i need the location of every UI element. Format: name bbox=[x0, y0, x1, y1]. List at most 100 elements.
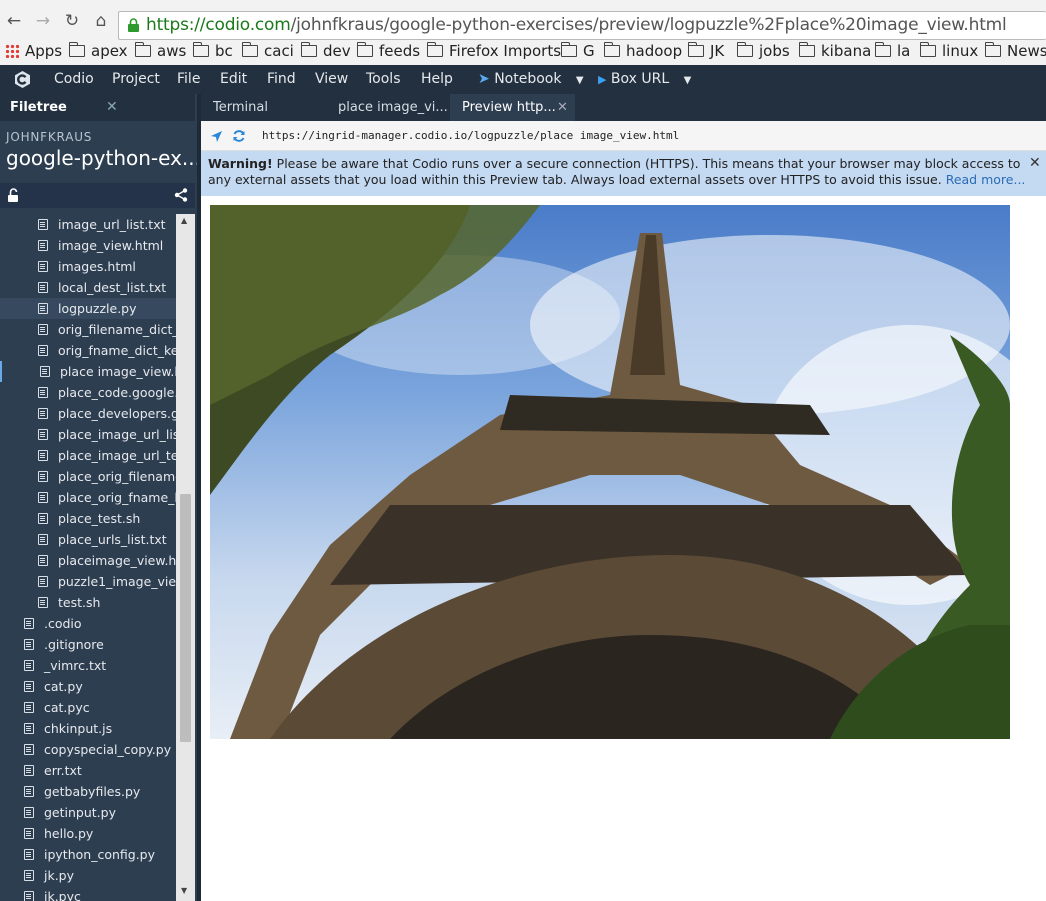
notebook-menu[interactable]: ➤ Notebook ▼ bbox=[478, 71, 584, 87]
apps-grid-icon bbox=[5, 44, 19, 58]
bookmark-folder[interactable]: linux bbox=[919, 41, 978, 61]
file-item[interactable]: orig_filename_dict_key bbox=[0, 319, 176, 340]
bookmark-label: News bbox=[1007, 42, 1046, 60]
menu-tools[interactable]: Tools bbox=[366, 71, 401, 87]
codio-logo-icon[interactable] bbox=[14, 70, 31, 89]
file-item[interactable]: place_orig_fname_list.t bbox=[0, 487, 176, 508]
file-item[interactable]: place image_view.htm bbox=[0, 361, 176, 382]
menu-project[interactable]: Project bbox=[112, 71, 160, 87]
bookmark-folder[interactable]: la bbox=[874, 41, 911, 61]
navigate-arrow-icon[interactable] bbox=[210, 130, 223, 143]
file-item[interactable]: image_url_list.txt bbox=[0, 214, 176, 235]
bookmark-folder[interactable]: caci bbox=[241, 41, 294, 61]
reload-icon[interactable]: ↻ bbox=[62, 11, 82, 31]
share-icon[interactable] bbox=[174, 188, 188, 202]
back-arrow-icon[interactable]: ← bbox=[4, 11, 24, 31]
url-host: codio.com bbox=[205, 15, 291, 35]
file-item[interactable]: place_developers.goog bbox=[0, 403, 176, 424]
tab-preview[interactable]: Preview http... ✕ bbox=[450, 94, 575, 121]
file-item[interactable]: orig_fname_dict_keys_ bbox=[0, 340, 176, 361]
file-item[interactable]: place_urls_list.txt bbox=[0, 529, 176, 550]
address-bar[interactable]: https://codio.com/johnfkraus/google-pyth… bbox=[118, 11, 1046, 40]
file-item[interactable]: jk.py bbox=[0, 865, 176, 886]
file-item[interactable]: err.txt bbox=[0, 760, 176, 781]
bookmark-label: feeds bbox=[379, 42, 421, 60]
bookmark-folder[interactable]: dev bbox=[300, 41, 351, 61]
file-icon bbox=[38, 597, 48, 608]
file-icon bbox=[38, 450, 48, 461]
scrollbar-thumb[interactable] bbox=[180, 494, 191, 742]
filetree-tab[interactable]: Filetree ✕ bbox=[0, 94, 195, 121]
file-item[interactable]: place_image_url_text.t bbox=[0, 445, 176, 466]
bookmark-folder[interactable]: Firefox Imports bbox=[426, 41, 561, 61]
close-icon[interactable]: ✕ bbox=[1029, 155, 1041, 171]
file-item[interactable]: copyspecial_copy.py bbox=[0, 739, 176, 760]
file-item[interactable]: local_dest_list.txt bbox=[0, 277, 176, 298]
file-item[interactable]: jk.pyc bbox=[0, 886, 176, 901]
close-icon[interactable]: ✕ bbox=[557, 94, 568, 121]
folder-icon bbox=[984, 42, 1001, 57]
tab-place-image-view[interactable]: place image_vi... bbox=[325, 94, 449, 121]
bookmark-folder[interactable]: hadoop bbox=[603, 41, 682, 61]
home-icon[interactable]: ⌂ bbox=[91, 11, 111, 31]
file-item[interactable]: .gitignore bbox=[0, 634, 176, 655]
menu-view[interactable]: View bbox=[315, 71, 348, 87]
file-item[interactable]: place_code.google.cor bbox=[0, 382, 176, 403]
bookmark-label: la bbox=[897, 42, 911, 60]
bookmark-folder[interactable]: apex bbox=[68, 41, 128, 61]
bookmark-label: kibana bbox=[821, 42, 872, 60]
menu-file[interactable]: File bbox=[177, 71, 200, 87]
bookmark-folder[interactable]: jobs bbox=[736, 41, 790, 61]
forward-arrow-icon[interactable]: → bbox=[33, 11, 53, 31]
file-item[interactable]: place_image_url_list.tx bbox=[0, 424, 176, 445]
bookmark-folder[interactable]: feeds bbox=[356, 41, 421, 61]
file-name: place_test.sh bbox=[58, 511, 141, 526]
file-item[interactable]: test.sh bbox=[0, 592, 176, 613]
file-item[interactable]: _vimrc.txt bbox=[0, 655, 176, 676]
file-item[interactable]: chkinput.js bbox=[0, 718, 176, 739]
file-name: orig_filename_dict_key bbox=[58, 322, 176, 337]
boxurl-menu[interactable]: ▶ Box URL ▼ bbox=[598, 71, 691, 87]
refresh-icon[interactable] bbox=[232, 129, 246, 143]
close-icon[interactable]: ✕ bbox=[106, 99, 118, 115]
project-name[interactable]: google-python-ex... bbox=[6, 146, 201, 170]
scroll-down-icon[interactable]: ▼ bbox=[181, 886, 187, 895]
bookmark-folder[interactable]: G bbox=[560, 41, 595, 61]
unlock-icon[interactable] bbox=[7, 188, 20, 203]
bookmark-folder[interactable]: JK bbox=[687, 41, 724, 61]
file-item[interactable]: puzzle1_image_view.h bbox=[0, 571, 176, 592]
bookmark-folder[interactable]: bc bbox=[192, 41, 233, 61]
file-icon bbox=[24, 849, 34, 860]
file-item[interactable]: ipython_config.py bbox=[0, 844, 176, 865]
menu-help[interactable]: Help bbox=[421, 71, 453, 87]
file-name: placeimage_view.html bbox=[58, 553, 176, 568]
bookmark-folder[interactable]: aws bbox=[134, 41, 187, 61]
file-item[interactable]: place_test.sh bbox=[0, 508, 176, 529]
file-item[interactable]: getinput.py bbox=[0, 802, 176, 823]
file-item[interactable]: images.html bbox=[0, 256, 176, 277]
bookmarks-bar: Apps apex aws bc caci dev feeds Firefox … bbox=[0, 39, 1046, 63]
file-item[interactable]: cat.py bbox=[0, 676, 176, 697]
bookmark-label: aws bbox=[157, 42, 187, 60]
file-item[interactable]: .codio bbox=[0, 613, 176, 634]
file-item[interactable]: cat.pyc bbox=[0, 697, 176, 718]
file-item[interactable]: placeimage_view.html bbox=[0, 550, 176, 571]
bookmark-folder[interactable]: News bbox=[984, 41, 1046, 61]
file-item[interactable]: place_orig_filename_lis bbox=[0, 466, 176, 487]
file-icon bbox=[24, 891, 34, 901]
tab-terminal[interactable]: Terminal bbox=[201, 94, 324, 121]
bookmark-folder[interactable]: kibana bbox=[798, 41, 872, 61]
scroll-up-icon[interactable]: ▲ bbox=[181, 216, 187, 225]
menu-edit[interactable]: Edit bbox=[220, 71, 247, 87]
file-item[interactable]: image_view.html bbox=[0, 235, 176, 256]
menu-codio[interactable]: Codio bbox=[54, 71, 94, 87]
file-item[interactable]: getbabyfiles.py bbox=[0, 781, 176, 802]
file-item[interactable]: logpuzzle.py bbox=[0, 298, 176, 319]
preview-url[interactable]: https://ingrid-manager.codio.io/logpuzzl… bbox=[262, 129, 679, 142]
bookmark-apps[interactable]: Apps bbox=[5, 41, 62, 61]
read-more-link[interactable]: Read more... bbox=[946, 172, 1026, 187]
file-item[interactable]: hello.py bbox=[0, 823, 176, 844]
filetree-scrollbar[interactable]: ▲ ▼ bbox=[176, 214, 195, 901]
menu-find[interactable]: Find bbox=[267, 71, 296, 87]
folder-icon bbox=[560, 42, 577, 57]
